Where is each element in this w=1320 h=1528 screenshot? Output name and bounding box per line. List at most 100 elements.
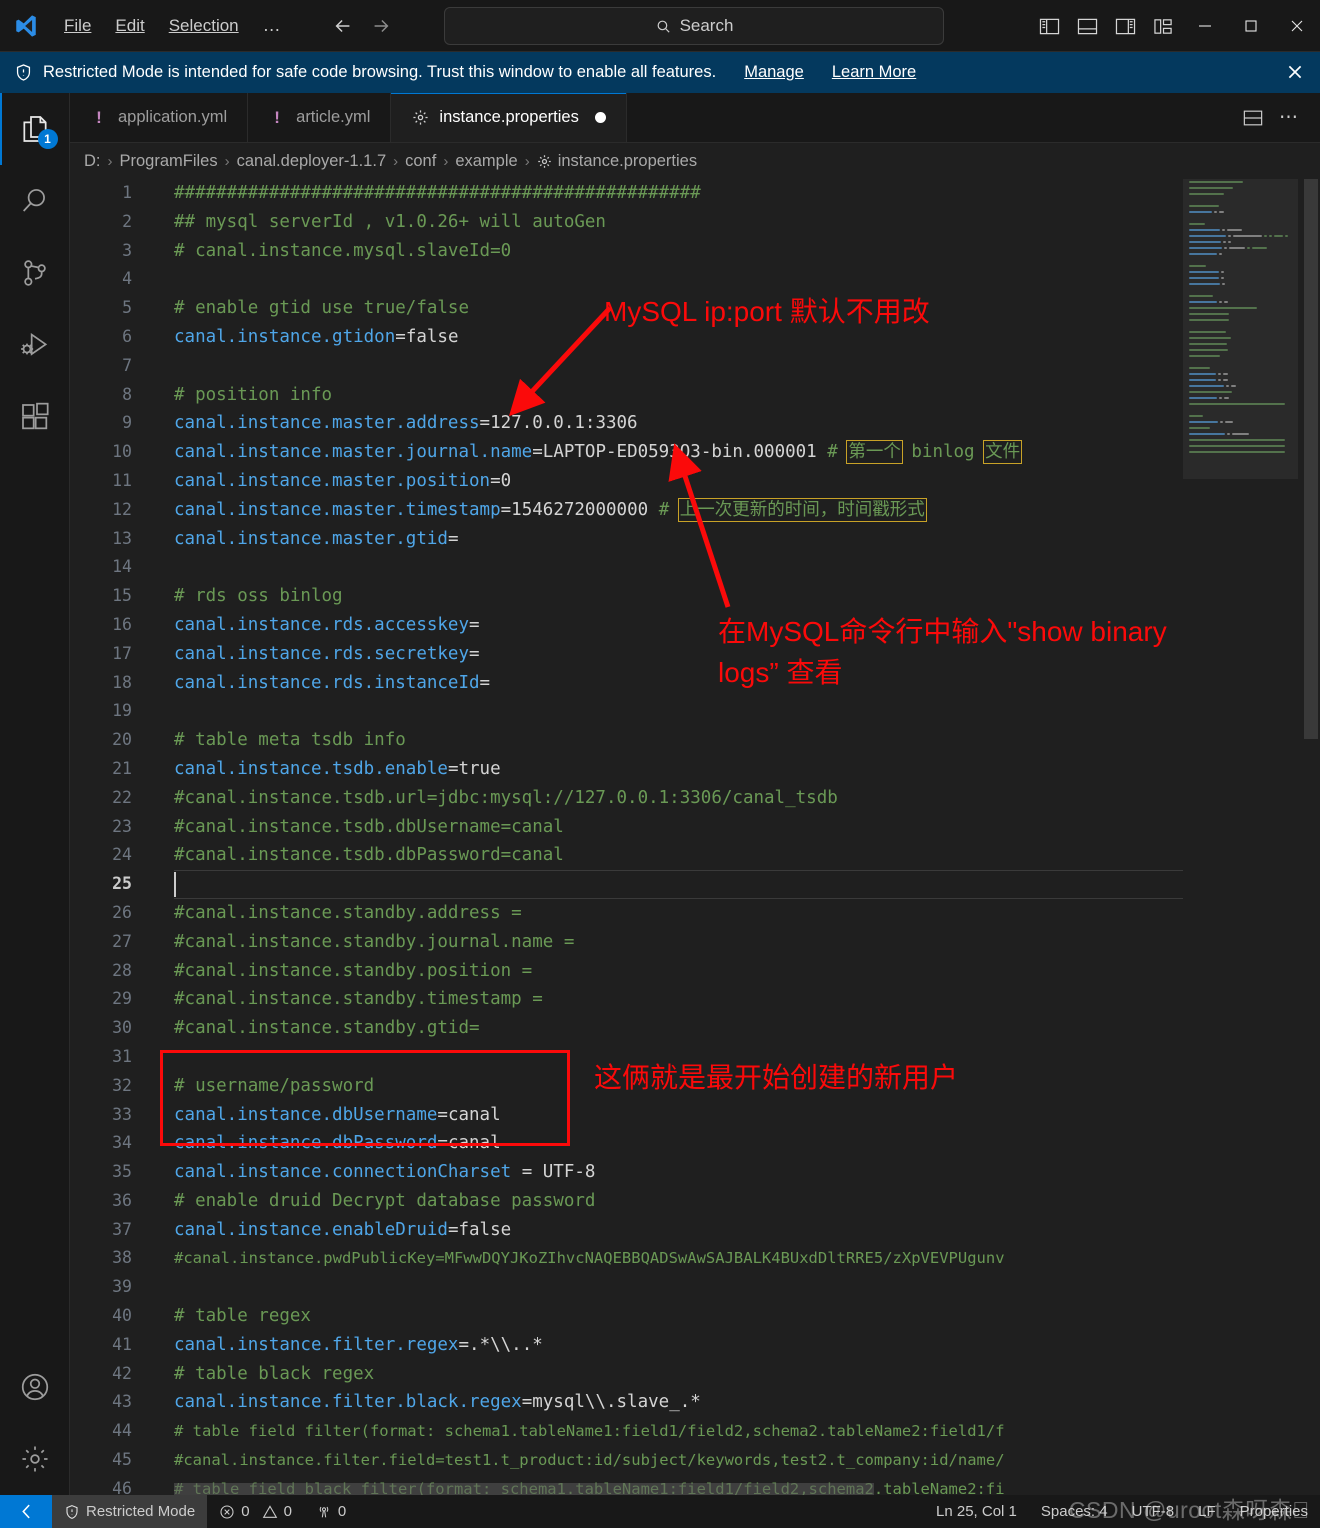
code-line[interactable]: 45 #canal.instance.filter.field=test1.t_p… — [70, 1446, 1260, 1475]
menu-file[interactable]: File — [52, 11, 103, 41]
sidebar-item-source-control[interactable] — [0, 237, 70, 309]
sidebar-item-explorer[interactable]: 1 — [0, 93, 70, 165]
status-indentation[interactable]: Spaces: 4 — [1029, 1495, 1120, 1528]
code-line[interactable]: 1 #######################################… — [70, 179, 1260, 208]
code-line[interactable]: 7 — [70, 352, 1260, 381]
code-token: # table field filter(format: schema1.tab… — [174, 1422, 1005, 1441]
status-language-mode[interactable]: Properties — [1228, 1495, 1320, 1528]
window-controls[interactable] — [1030, 0, 1320, 52]
code-line[interactable]: 14 — [70, 553, 1260, 582]
status-cursor-position[interactable]: Ln 25, Col 1 — [924, 1495, 1029, 1528]
forward-arrow-icon[interactable] — [364, 9, 398, 43]
remote-window-button[interactable] — [0, 1495, 52, 1528]
code-line[interactable]: 22 #canal.instance.tsdb.url=jdbc:mysql://… — [70, 784, 1260, 813]
code-line[interactable]: 27 #canal.instance.standby.journal.name = — [70, 928, 1260, 957]
tab-dirty-indicator[interactable] — [594, 112, 606, 123]
toggle-panel-icon[interactable] — [1068, 0, 1106, 52]
code-line[interactable]: 39 — [70, 1273, 1260, 1302]
breadcrumb-item-4[interactable]: example — [455, 152, 517, 171]
code-line[interactable]: 42 # table black regex — [70, 1360, 1260, 1389]
minimap-viewport-slider[interactable] — [1183, 179, 1298, 479]
split-editor-icon[interactable] — [1238, 103, 1268, 133]
menu-bar[interactable]: File Edit Selection … — [52, 0, 294, 52]
code-line[interactable]: 37 canal.instance.enableDruid=false — [70, 1216, 1260, 1245]
search-input[interactable]: Search — [444, 7, 944, 45]
vscode-logo-icon — [0, 0, 52, 52]
banner-close-icon[interactable] — [1286, 63, 1306, 83]
sidebar-item-run-and-debug[interactable] — [0, 309, 70, 381]
status-ports[interactable]: 0 — [304, 1495, 358, 1528]
status-problems[interactable]: 0 0 — [207, 1495, 304, 1528]
code-line[interactable]: 13 canal.instance.master.gtid= — [70, 525, 1260, 554]
menu-selection[interactable]: Selection — [157, 11, 251, 41]
status-eol[interactable]: LF — [1186, 1495, 1228, 1528]
code-line[interactable]: 44 # table field filter(format: schema1.t… — [70, 1417, 1260, 1446]
horizontal-scrollbar[interactable] — [174, 1483, 874, 1495]
code-line[interactable]: 10 canal.instance.master.journal.name=LAP… — [70, 438, 1260, 467]
close-button[interactable] — [1274, 0, 1320, 52]
tab-instance-properties[interactable]: instance.properties — [391, 93, 627, 142]
code-line[interactable]: 25 — [70, 870, 1260, 899]
tab-article-yml[interactable]: ! article.yml — [248, 93, 392, 142]
code-editor[interactable]: 1 #######################################… — [70, 179, 1320, 1495]
banner-manage-link[interactable]: Manage — [744, 63, 804, 82]
code-token: #canal.instance.tsdb.dbPassword=canal — [174, 845, 564, 866]
maximize-button[interactable] — [1228, 0, 1274, 52]
toggle-secondary-sidebar-icon[interactable] — [1106, 0, 1144, 52]
minimap[interactable] — [1183, 179, 1298, 1495]
code-line[interactable]: 3 # canal.instance.mysql.slaveId=0 — [70, 237, 1260, 266]
vertical-scrollbar[interactable] — [1298, 179, 1320, 1495]
code-line[interactable]: 28 #canal.instance.standby.position = — [70, 957, 1260, 986]
sidebar-item-accounts[interactable] — [0, 1351, 70, 1423]
code-line[interactable]: 26 #canal.instance.standby.address = — [70, 899, 1260, 928]
status-restricted-mode[interactable]: Restricted Mode — [52, 1495, 208, 1528]
breadcrumb-item-5[interactable]: instance.properties — [537, 152, 697, 171]
code-text: # enable gtid use true/false — [174, 294, 469, 323]
breadcrumb-item-3[interactable]: conf — [405, 152, 436, 171]
code-line[interactable]: 38 #canal.instance.pwdPublicKey=MFwwDQYJK… — [70, 1244, 1260, 1273]
menu-edit[interactable]: Edit — [103, 11, 156, 41]
code-line[interactable]: 4 — [70, 265, 1260, 294]
code-line[interactable]: 9 canal.instance.master.address=127.0.0.1… — [70, 409, 1260, 438]
editor-more-actions-button[interactable]: ⋯ — [1274, 103, 1304, 133]
minimize-button[interactable] — [1182, 0, 1228, 52]
code-line[interactable]: 19 — [70, 697, 1260, 726]
code-line[interactable]: 20 # table meta tsdb info — [70, 726, 1260, 755]
code-line[interactable]: 12 canal.instance.master.timestamp=154627… — [70, 496, 1260, 525]
code-line[interactable]: 30 #canal.instance.standby.gtid= — [70, 1014, 1260, 1043]
status-encoding[interactable]: UTF-8 — [1120, 1495, 1187, 1528]
code-line[interactable]: 41 canal.instance.filter.regex=.*\\..* — [70, 1331, 1260, 1360]
banner-learn-more-link[interactable]: Learn More — [832, 63, 916, 82]
code-token: = — [469, 614, 480, 635]
code-line[interactable]: 24 #canal.instance.tsdb.dbPassword=canal — [70, 841, 1260, 870]
scrollbar-thumb[interactable] — [1304, 179, 1318, 739]
breadcrumb-item-2[interactable]: canal.deployer-1.1.7 — [237, 152, 387, 171]
code-line[interactable]: 29 #canal.instance.standby.timestamp = — [70, 985, 1260, 1014]
code-line[interactable]: 40 # table regex — [70, 1302, 1260, 1331]
customize-layout-icon[interactable] — [1144, 0, 1182, 52]
code-line[interactable]: 35 canal.instance.connectionCharset = UTF… — [70, 1158, 1260, 1187]
sidebar-item-settings[interactable] — [0, 1423, 70, 1495]
code-line[interactable]: 36 # enable druid Decrypt database passwo… — [70, 1187, 1260, 1216]
navigation-buttons[interactable] — [326, 9, 398, 43]
sidebar-item-search[interactable] — [0, 165, 70, 237]
menu-overflow-button[interactable]: … — [251, 13, 294, 38]
code-lines[interactable]: 1 #######################################… — [70, 179, 1260, 1495]
code-token: false — [405, 326, 459, 347]
annotation-show-binary-logs: 在MySQL命令行中输入"show binary logs” 查看 — [718, 616, 1167, 688]
code-line[interactable]: 21 canal.instance.tsdb.enable=true — [70, 755, 1260, 784]
back-arrow-icon[interactable] — [326, 9, 360, 43]
toggle-primary-sidebar-icon[interactable] — [1030, 0, 1068, 52]
code-line[interactable]: 23 #canal.instance.tsdb.dbUsername=canal — [70, 813, 1260, 842]
code-line[interactable]: 15 # rds oss binlog — [70, 582, 1260, 611]
tab-application-yml[interactable]: ! application.yml — [70, 93, 249, 142]
code-line[interactable]: 2 ## mysql serverId , v1.0.26+ will autoG… — [70, 208, 1260, 237]
code-line[interactable]: 43 canal.instance.filter.black.regex=mysq… — [70, 1388, 1260, 1417]
breadcrumb-item-1[interactable]: ProgramFiles — [120, 152, 218, 171]
line-number: 44 — [112, 1421, 132, 1441]
breadcrumb-item-0[interactable]: D: — [84, 152, 101, 171]
code-line[interactable]: 11 canal.instance.master.position=0 — [70, 467, 1260, 496]
sidebar-item-extensions[interactable] — [0, 381, 70, 453]
code-line[interactable]: 8 # position info — [70, 381, 1260, 410]
code-text: canal.instance.gtidon=false — [174, 323, 459, 352]
